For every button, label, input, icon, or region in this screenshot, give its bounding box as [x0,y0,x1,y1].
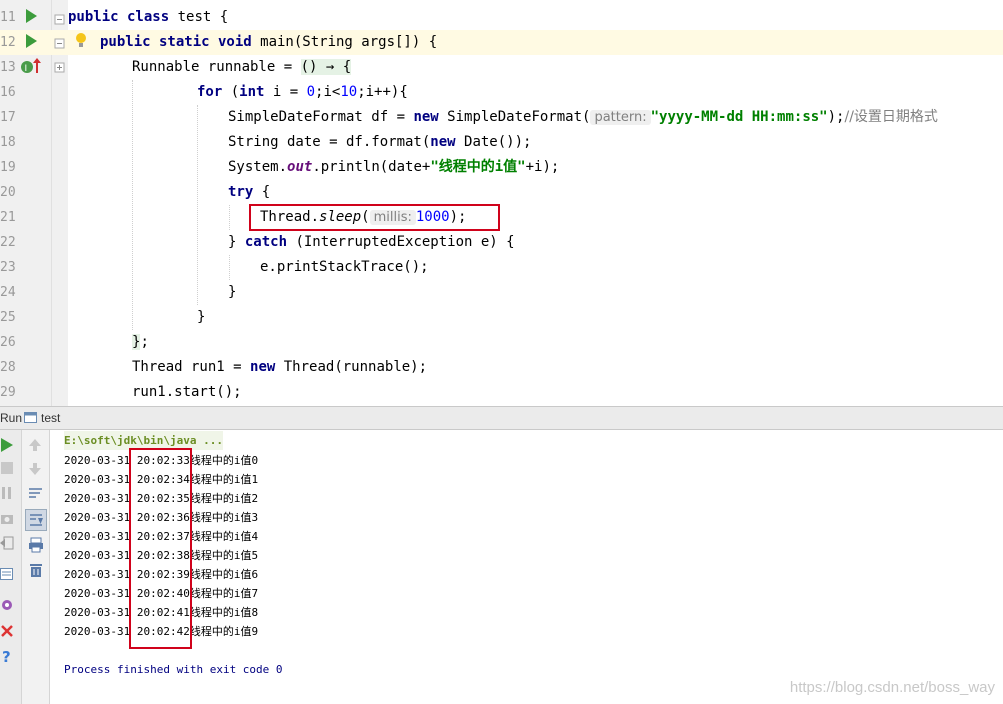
line-number: 17 [0,110,16,125]
code-editor[interactable]: 11 12 13 16 17 18 19 20 21 22 23 24 25 2… [0,0,1003,406]
code-line-13: Runnable runnable = () → { [132,59,352,75]
run-toolbar-secondary [22,430,50,704]
code-line-26: }; [132,334,149,350]
code-line-25: } [197,309,206,325]
soft-wrap-icon[interactable] [28,486,44,502]
help-icon[interactable]: ? [0,648,16,664]
line-number: 20 [0,185,16,200]
rerun-icon[interactable] [0,437,16,453]
code-line-23: e.printStackTrace(); [260,259,429,275]
fold-icon[interactable] [54,62,66,74]
code-line-20: try { [228,184,271,200]
scroll-to-end-icon [30,514,43,526]
exit-icon[interactable] [0,536,16,552]
arrow-up-icon[interactable] [28,438,44,454]
fold-icon[interactable] [54,14,66,26]
debug-settings-icon[interactable] [0,598,16,614]
run-tool-window-header: Run test [0,406,1003,430]
line-number: 26 [0,335,16,350]
layout-icon[interactable] [0,567,16,583]
stop-icon[interactable] [0,461,16,477]
line-number: 12 [0,35,16,50]
code-line-21: Thread.sleep(millis: 1000); [260,209,467,225]
run-tab-test[interactable]: test [41,411,60,425]
code-line-12: public static void main(String args[]) { [100,34,438,50]
line-number: 25 [0,310,16,325]
code-line-16: for (int i = 0;i<10;i++){ [197,84,408,100]
camera-icon[interactable] [0,512,16,528]
timestamp-highlight-box [129,448,192,649]
svg-text:?: ? [2,648,11,664]
code-line-11: public class test { [68,9,229,25]
console-output[interactable]: E:\soft\jdk\bin\java ... 2020-03-31 20:0… [51,430,1003,704]
pause-icon[interactable] [0,486,16,502]
print-icon[interactable] [28,537,44,553]
scroll-to-end-button[interactable] [25,509,47,531]
line-number: 24 [0,285,16,300]
line-number: 22 [0,235,16,250]
line-number: 18 [0,135,16,150]
run-label: Run [0,411,23,425]
run-toolbar-primary: ? [0,430,22,704]
line-number: 19 [0,160,16,175]
code-line-22: } catch (InterruptedException e) { [228,234,515,250]
process-exit-message: Process finished with exit code 0 [64,663,283,676]
parameter-hint: pattern: [590,110,651,125]
code-line-19: System.out.println(date+"线程中的i值"+i); [228,159,560,175]
line-number: 29 [0,385,16,400]
fold-icon[interactable] [54,38,66,50]
code-line-28: Thread run1 = new Thread(runnable); [132,359,428,375]
code-line-17: SimpleDateFormat df = new SimpleDateForm… [228,109,938,125]
console-tab-icon [24,412,37,423]
sleep-highlight-box [249,204,500,231]
run-main-icon[interactable] [25,34,37,48]
trash-icon[interactable] [28,562,44,578]
svg-text:I: I [25,64,28,74]
line-number: 11 [0,10,16,25]
line-number: 28 [0,360,16,375]
line-number: 21 [0,210,16,225]
line-number: 23 [0,260,16,275]
watermark: https://blog.csdn.net/boss_way [789,679,995,696]
line-number: 16 [0,85,16,100]
run-class-icon[interactable] [25,9,37,23]
code-line-29: run1.start(); [132,384,242,400]
implements-override-icon[interactable]: I [20,57,42,75]
close-icon[interactable] [0,624,16,640]
code-line-24: } [228,284,237,300]
line-number: 13 [0,60,16,75]
arrow-down-icon[interactable] [28,462,44,478]
code-line-18: String date = df.format(new Date()); [228,134,532,150]
